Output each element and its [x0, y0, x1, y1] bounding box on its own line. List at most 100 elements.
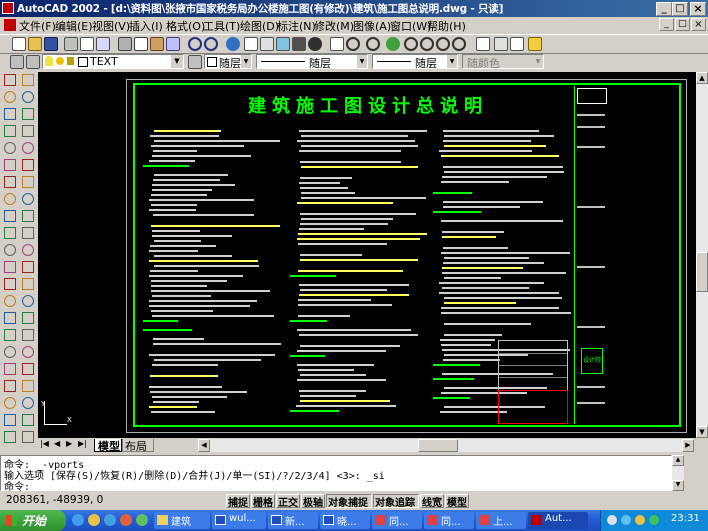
tab-nav-first-icon[interactable]: |◀	[40, 439, 49, 448]
close-button[interactable]: ×	[690, 2, 706, 16]
arc-tool-icon[interactable]	[4, 159, 16, 171]
chevron-down-icon[interactable]: ▼	[357, 55, 367, 68]
taskbar-item[interactable]: 新...	[268, 512, 318, 529]
polygon-tool-icon[interactable]	[4, 125, 16, 137]
undo-icon[interactable]	[188, 37, 202, 51]
start-button[interactable]: 开始	[0, 510, 66, 531]
zoom-all-icon[interactable]	[452, 37, 466, 51]
cloud-tool-icon[interactable]	[4, 193, 16, 205]
break-at-point-tool-icon[interactable]	[22, 278, 34, 290]
tray-icon[interactable]	[635, 515, 645, 525]
scroll-left-icon[interactable]: ◀	[198, 439, 210, 452]
layer-state-icon[interactable]	[26, 55, 40, 69]
polyline-tool-icon[interactable]	[4, 414, 16, 426]
copy-icon[interactable]	[134, 37, 148, 51]
match-properties-icon[interactable]	[166, 37, 180, 51]
tab-nav-last-icon[interactable]: ▶|	[78, 439, 87, 448]
table-tool-icon[interactable]	[4, 346, 16, 358]
quicklaunch-icon[interactable]	[104, 514, 116, 526]
edit-tool-icon[interactable]	[22, 363, 34, 375]
taskbar-item[interactable]: 同...	[424, 512, 474, 529]
trim-tool-icon[interactable]	[22, 227, 34, 239]
linetype-dropdown[interactable]: 随层 ▼	[256, 54, 368, 70]
design-center-icon[interactable]	[494, 37, 508, 51]
zoom-previous-icon[interactable]	[386, 37, 400, 51]
vertical-scrollbar[interactable]: ▲ ▼	[696, 72, 708, 438]
maximize-button[interactable]: □	[672, 2, 688, 16]
rotate-tool-icon[interactable]	[22, 176, 34, 188]
toggle-ortho[interactable]: 正交	[276, 494, 300, 509]
mirror-tool-icon[interactable]	[22, 414, 34, 426]
hatch-tool-icon[interactable]	[4, 312, 16, 324]
mirror-tool-icon[interactable]	[22, 108, 34, 120]
tray-icon[interactable]	[607, 515, 617, 525]
ie-icon[interactable]	[72, 514, 84, 526]
erase-tool-icon[interactable]	[22, 380, 34, 392]
tab-nav-next-icon[interactable]: ▶	[66, 439, 72, 448]
extend-tool-icon[interactable]	[22, 244, 34, 256]
chevron-down-icon[interactable]: ▼	[533, 55, 543, 68]
ellipse-tool-icon[interactable]	[4, 227, 16, 239]
scroll-down-icon[interactable]: ▼	[672, 480, 684, 491]
taskbar-item[interactable]: 建筑	[154, 512, 210, 529]
offset-tool-icon[interactable]	[22, 431, 34, 443]
xline-tool-icon[interactable]	[4, 397, 16, 409]
taskbar-item-active[interactable]: Aut...	[528, 512, 588, 529]
hscroll-thumb[interactable]	[418, 439, 458, 452]
tray-icon[interactable]	[621, 515, 631, 525]
menu-edit[interactable]: 编辑(E)	[55, 18, 93, 34]
explode-tool-icon[interactable]	[22, 346, 34, 358]
erase-tool-icon[interactable]	[22, 74, 34, 86]
xline-tool-icon[interactable]	[4, 91, 16, 103]
zoom-extents-icon[interactable]	[436, 37, 450, 51]
horizontal-scrollbar[interactable]: ◀ ▶	[198, 439, 694, 452]
zoom-window-icon[interactable]	[366, 37, 380, 51]
taskbar-item[interactable]: wul...	[212, 512, 266, 529]
make-current-icon[interactable]	[188, 55, 202, 69]
break-tool-icon[interactable]	[22, 261, 34, 273]
toggle-lineweight[interactable]: 线宽	[420, 494, 444, 509]
line-tool-icon[interactable]	[4, 74, 16, 86]
tray-icon[interactable]	[649, 515, 659, 525]
zoom-out-icon[interactable]	[420, 37, 434, 51]
zoom-in-icon[interactable]	[404, 37, 418, 51]
point-tool-icon[interactable]	[4, 295, 16, 307]
ellipse-arc-tool-icon[interactable]	[4, 244, 16, 256]
tab-layout1[interactable]: 布局1	[122, 439, 154, 467]
chamfer-tool-icon[interactable]	[22, 312, 34, 324]
menu-format[interactable]: 格式(O)	[166, 18, 205, 34]
spline-tool-icon[interactable]	[4, 210, 16, 222]
menu-image[interactable]: 图像(A)	[353, 18, 391, 34]
doc-icon[interactable]	[4, 19, 16, 31]
command-window[interactable]: 命令: _-vports 输入选项 [保存(S)/恢复(R)/删除(D)/合并(…	[0, 455, 672, 493]
menu-file[interactable]: 文件(F)	[19, 18, 56, 34]
taskbar-item[interactable]: 晓...	[320, 512, 370, 529]
menu-insert[interactable]: 插入(I)	[129, 18, 163, 34]
menu-draw[interactable]: 绘图(D)	[240, 18, 279, 34]
help-icon[interactable]	[528, 37, 542, 51]
toggle-otrack[interactable]: 对象追踪	[373, 494, 419, 509]
stretch-tool-icon[interactable]	[22, 210, 34, 222]
mtext-tool-icon[interactable]	[4, 363, 16, 375]
menu-view[interactable]: 视图(V)	[92, 18, 130, 34]
lineweight-dropdown[interactable]: 随层 ▼	[372, 54, 458, 70]
quicklaunch-icon[interactable]	[136, 514, 148, 526]
menu-modify[interactable]: 修改(M)	[314, 18, 354, 34]
layers-icon[interactable]	[10, 55, 24, 69]
menu-window[interactable]: 窗口(W)	[390, 18, 431, 34]
menu-help[interactable]: 帮助(H)	[427, 18, 466, 34]
ucs-icon[interactable]	[260, 37, 274, 51]
make-block-tool-icon[interactable]	[4, 278, 16, 290]
scroll-up-icon[interactable]: ▲	[696, 72, 708, 84]
scroll-down-icon[interactable]: ▼	[696, 426, 708, 438]
array-tool-icon[interactable]	[22, 142, 34, 154]
toggle-model[interactable]: 模型	[445, 494, 469, 509]
taskbar-item[interactable]: 上...	[476, 512, 526, 529]
cut-icon[interactable]	[118, 37, 132, 51]
tab-nav-prev-icon[interactable]: ◀	[54, 439, 60, 448]
render-icon[interactable]	[308, 37, 322, 51]
scale-tool-icon[interactable]	[22, 193, 34, 205]
toggle-polar[interactable]: 极轴	[301, 494, 325, 509]
fillet-tool-icon[interactable]	[22, 329, 34, 341]
tracking-icon[interactable]	[244, 37, 258, 51]
